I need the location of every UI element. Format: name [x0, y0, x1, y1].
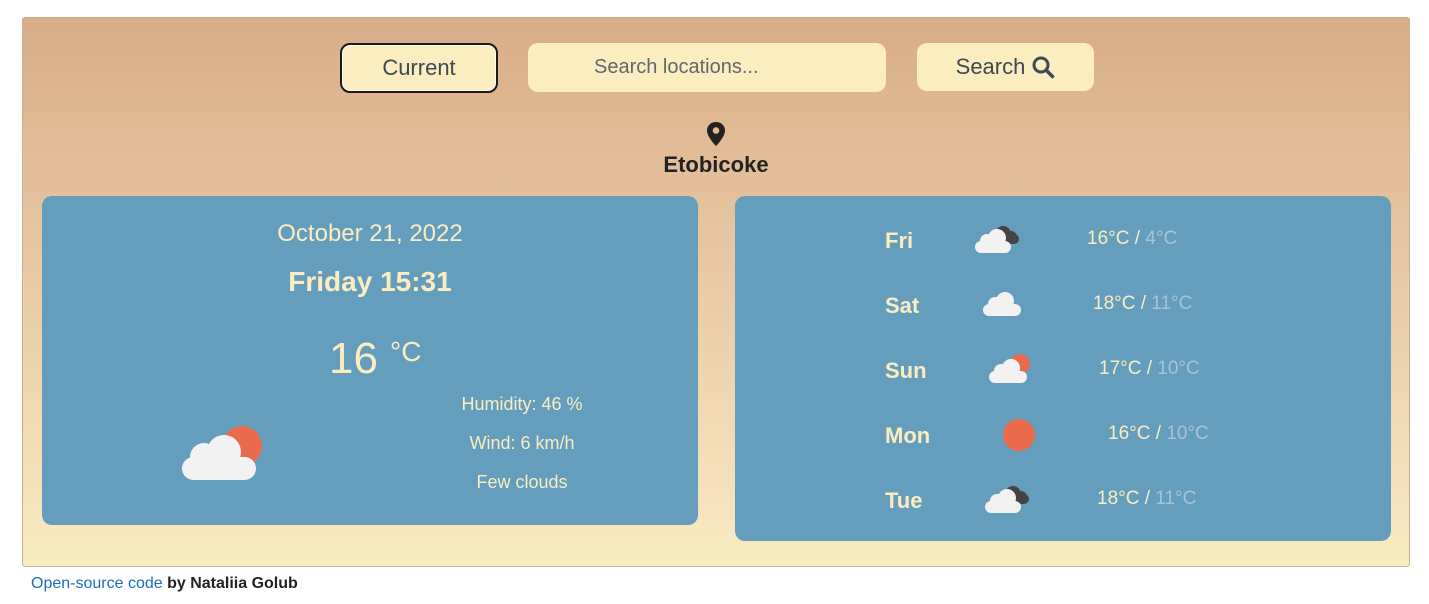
- forecast-max: 18°C: [1097, 488, 1140, 509]
- sun-icon: [1003, 419, 1035, 451]
- humidity-text: Humidity: 46 %: [461, 394, 583, 414]
- forecast-max: 18°C: [1093, 293, 1136, 314]
- forecast-temp: 16°C / 4°C: [1087, 228, 1177, 250]
- weather-app: Current Search Etobicoke October 21, 202…: [22, 17, 1410, 567]
- search-icon: [1032, 56, 1055, 79]
- sun-behind-cloud-icon: [989, 354, 1030, 383]
- broken-clouds-icon: [975, 226, 1019, 253]
- current-temperature: 16: [329, 334, 378, 383]
- current-date: October 21, 2022: [277, 220, 463, 247]
- forecast-day: Mon: [885, 423, 931, 448]
- forecast-max: 16°C: [1087, 228, 1130, 249]
- forecast-sep: /: [1129, 228, 1146, 249]
- search-button-label: Search: [955, 54, 1026, 79]
- forecast-day: Sat: [885, 293, 920, 318]
- wind-text: Wind: 6 km/h: [469, 433, 575, 453]
- forecast-temp: 18°C / 11°C: [1097, 488, 1196, 510]
- forecast-sep: /: [1139, 488, 1156, 509]
- current-day-time: Friday 15:31: [288, 266, 452, 297]
- search-input[interactable]: [528, 43, 886, 92]
- forecast-sep: /: [1135, 293, 1152, 314]
- forecast-day: Fri: [885, 228, 914, 253]
- forecast-temp: 18°C / 11°C: [1093, 293, 1192, 315]
- current-weather-card: October 21, 2022 Friday 15:31 16 °C Humi…: [42, 196, 698, 525]
- footer: Open-source code by Nataliia Golub: [31, 575, 298, 593]
- author-credit: by Nataliia Golub: [162, 575, 298, 592]
- forecast-sep: /: [1150, 423, 1167, 444]
- broken-clouds-icon: [985, 486, 1029, 513]
- location-pin-icon: [707, 122, 725, 146]
- forecast-temp: 17°C / 10°C: [1099, 358, 1200, 380]
- forecast-max: 17°C: [1099, 358, 1142, 379]
- source-code-link[interactable]: Open-source code: [31, 575, 163, 592]
- temperature-unit[interactable]: °C: [390, 336, 421, 368]
- forecast-temp: 16°C / 10°C: [1108, 423, 1209, 445]
- cloud-icon: [983, 292, 1021, 316]
- forecast-min: 10°C: [1166, 423, 1209, 444]
- forecast-min: 11°C: [1151, 293, 1193, 314]
- forecast-min: 11°C: [1155, 488, 1197, 509]
- forecast-card: Fri 16°C / 4°C Sat 18°C / 11°C Sun 17°C …: [735, 196, 1391, 541]
- sun-behind-cloud-icon: [182, 426, 262, 480]
- current-location-button[interactable]: Current: [340, 43, 498, 93]
- forecast-day: Tue: [885, 488, 923, 513]
- weather-description: Few clouds: [476, 472, 568, 492]
- city-name: Etobicoke: [663, 152, 769, 177]
- forecast-max: 16°C: [1108, 423, 1151, 444]
- forecast-day: Sun: [885, 358, 927, 383]
- forecast-min: 4°C: [1145, 228, 1178, 249]
- forecast-sep: /: [1141, 358, 1158, 379]
- forecast-min: 10°C: [1157, 358, 1200, 379]
- search-button[interactable]: Search: [917, 43, 1094, 91]
- current-button-label: Current: [382, 55, 456, 80]
